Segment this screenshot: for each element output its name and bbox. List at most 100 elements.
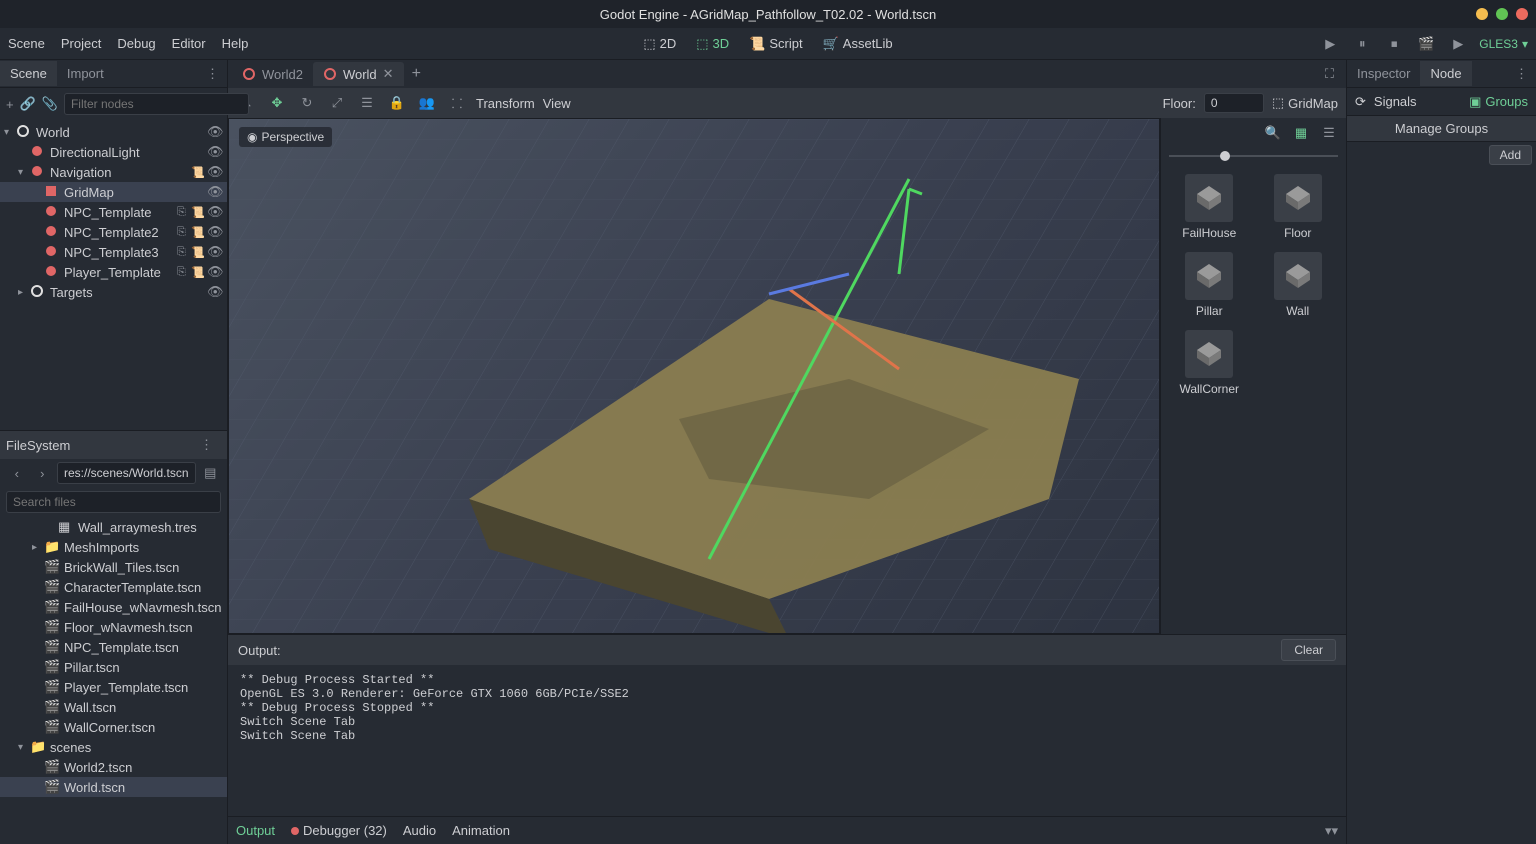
visibility-icon[interactable]: 👁 [207,124,223,140]
fs-options-icon[interactable]: ⋮ [192,437,221,453]
scene-node-world[interactable]: ▾ World 👁 [0,122,227,142]
gm-grid-view-icon[interactable]: ▦ [1290,122,1312,144]
fs-item-wall-tscn[interactable]: 🎬 Wall.tscn [0,697,227,717]
tab-inspector[interactable]: Inspector [1347,61,1420,86]
add-tab-button[interactable]: + [404,65,429,83]
tab-scene[interactable]: Scene [0,61,57,86]
filter-nodes-input[interactable] [64,93,249,115]
gridmap-item-floor[interactable]: Floor [1256,170,1341,244]
signals-tab[interactable]: Signals [1374,94,1417,109]
view-menu[interactable]: View [543,96,571,111]
clear-button[interactable]: Clear [1281,639,1336,661]
fs-search-input[interactable] [6,491,221,513]
fs-item-wall_arraymesh-tres[interactable]: ▦ Wall_arraymesh.tres [0,517,227,537]
gm-list-view-icon[interactable]: ☰ [1318,122,1340,144]
visibility-icon[interactable]: 👁 [207,264,223,280]
output-log[interactable]: ** Debug Process Started ** OpenGL ES 3.… [228,665,1346,816]
fs-split-button[interactable]: ▤ [200,462,222,484]
scene-node-npc_template3[interactable]: NPC_Template3 ⎘📜 👁 [0,242,227,262]
group-tool-icon[interactable]: 👥 [416,92,438,114]
mode-2d[interactable]: ⬚ 2D [643,36,676,52]
attach-script-button[interactable]: 📎 [42,93,58,115]
scene-node-npc_template2[interactable]: NPC_Template2 ⎘📜 👁 [0,222,227,242]
tab-import[interactable]: Import [57,61,114,86]
tab-node[interactable]: Node [1420,61,1471,86]
fs-item-meshimports[interactable]: ▸ 📁 MeshImports [0,537,227,557]
manage-groups-header[interactable]: Manage Groups [1347,116,1536,142]
scale-tool-icon[interactable]: ⤢ [326,92,348,114]
scene-node-player_template[interactable]: Player_Template ⎘📜 👁 [0,262,227,282]
play-custom-button[interactable]: ▶ [1447,33,1469,55]
menu-debug[interactable]: Debug [117,36,155,51]
menu-project[interactable]: Project [61,36,101,51]
snap-tool-icon[interactable]: ⸬ [446,92,468,114]
play-button[interactable]: ▶ [1319,33,1341,55]
scene-node-targets[interactable]: ▸ Targets 👁 [0,282,227,302]
visibility-icon[interactable]: 👁 [207,284,223,300]
tab-audio[interactable]: Audio [403,823,436,838]
visibility-icon[interactable]: 👁 [207,204,223,220]
floor-input[interactable] [1204,93,1264,113]
gridmap-menu[interactable]: ⬚ GridMap [1272,95,1338,111]
right-dock-options-icon[interactable]: ⋮ [1507,66,1536,82]
fs-item-pillar-tscn[interactable]: 🎬 Pillar.tscn [0,657,227,677]
fs-item-charactertemplate-tscn[interactable]: 🎬 CharacterTemplate.tscn [0,577,227,597]
gridmap-item-pillar[interactable]: Pillar [1167,248,1252,322]
fs-item-scenes[interactable]: ▾ 📁 scenes [0,737,227,757]
fs-item-world2-tscn[interactable]: 🎬 World2.tscn [0,757,227,777]
pause-button[interactable]: ⏸ [1351,33,1373,55]
gm-zoom-slider[interactable] [1169,152,1338,160]
minimize-button[interactable] [1476,8,1488,20]
menu-scene[interactable]: Scene [8,36,45,51]
fs-item-world-tscn[interactable]: 🎬 World.tscn [0,777,227,797]
transform-menu[interactable]: Transform [476,96,535,111]
groups-tab[interactable]: ▣ Groups [1469,94,1528,110]
gm-search-icon[interactable]: 🔍 [1262,122,1284,144]
close-tab-icon[interactable]: ✕ [383,66,394,82]
gridmap-item-wallcorner[interactable]: WallCorner [1167,326,1252,400]
fs-path-input[interactable]: res://scenes/World.tscn [57,462,196,484]
visibility-icon[interactable]: 👁 [207,224,223,240]
renderer-selector[interactable]: GLES3 ▾ [1479,37,1528,51]
visibility-icon[interactable]: 👁 [207,184,223,200]
menu-help[interactable]: Help [222,36,249,51]
play-scene-button[interactable]: 🎬 [1415,33,1437,55]
stop-button[interactable]: ⏹ [1383,33,1405,55]
collapse-panel-icon[interactable]: ▾▾ [1325,823,1338,839]
fs-item-brickwall_tiles-tscn[interactable]: 🎬 BrickWall_Tiles.tscn [0,557,227,577]
fs-item-player_template-tscn[interactable]: 🎬 Player_Template.tscn [0,677,227,697]
rotate-tool-icon[interactable]: ↻ [296,92,318,114]
tab-output[interactable]: Output [236,823,275,838]
add-group-button[interactable]: Add [1489,145,1532,165]
scene-node-directionallight[interactable]: DirectionalLight 👁 [0,142,227,162]
scene-node-npc_template[interactable]: NPC_Template ⎘📜 👁 [0,202,227,222]
fs-item-wallcorner-tscn[interactable]: 🎬 WallCorner.tscn [0,717,227,737]
mode-script[interactable]: 📜 Script [749,36,802,52]
visibility-icon[interactable]: 👁 [207,144,223,160]
fs-item-floor_wnavmesh-tscn[interactable]: 🎬 Floor_wNavmesh.tscn [0,617,227,637]
add-node-button[interactable]: + [6,93,14,115]
gridmap-item-wall[interactable]: Wall [1256,248,1341,322]
dock-options-icon[interactable]: ⋮ [198,66,227,82]
close-button[interactable] [1516,8,1528,20]
lock-tool-icon[interactable]: 🔒 [386,92,408,114]
visibility-icon[interactable]: 👁 [207,164,223,180]
distraction-free-icon[interactable]: ⛶ [1317,66,1342,82]
list-tool-icon[interactable]: ☰ [356,92,378,114]
3d-viewport[interactable]: ◉ Perspective [228,118,1160,634]
fs-back-button[interactable]: ‹ [6,462,28,484]
editor-tab-world2[interactable]: World2 [232,63,313,86]
fs-item-npc_template-tscn[interactable]: 🎬 NPC_Template.tscn [0,637,227,657]
mode-assetlib[interactable]: 🛒 AssetLib [823,36,893,52]
visibility-icon[interactable]: 👁 [207,244,223,260]
fs-item-failhouse_wnavmesh-tscn[interactable]: 🎬 FailHouse_wNavmesh.tscn [0,597,227,617]
scene-node-gridmap[interactable]: GridMap 👁 [0,182,227,202]
instance-button[interactable]: 🔗 [20,93,36,115]
editor-tab-world[interactable]: World ✕ [313,62,404,86]
tab-debugger[interactable]: Debugger (32) [291,823,387,838]
scene-node-navigation[interactable]: ▾ Navigation 📜 👁 [0,162,227,182]
mode-3d[interactable]: ⬚ 3D [696,36,729,52]
move-tool-icon[interactable]: ✥ [266,92,288,114]
menu-editor[interactable]: Editor [172,36,206,51]
perspective-badge[interactable]: ◉ Perspective [239,127,332,147]
